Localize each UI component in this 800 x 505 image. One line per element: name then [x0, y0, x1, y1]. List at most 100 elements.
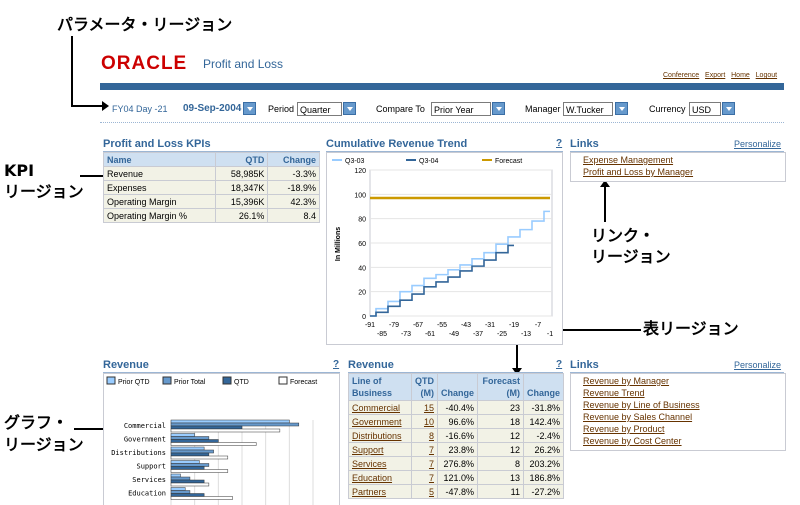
revenue-cell: 18: [477, 414, 524, 429]
revenue-cell: 186.8%: [522, 470, 564, 485]
rev-header-qtd: QTD (M): [411, 373, 438, 401]
pl-by-manager-link[interactable]: Profit and Loss by Manager: [583, 167, 693, 177]
trend-title: Cumulative Revenue Trend: [326, 138, 468, 150]
qtd-link-cell[interactable]: 15: [411, 400, 438, 415]
list-item: Revenue by Line of Business: [571, 399, 785, 411]
bar-mark: [170, 425, 243, 430]
revenue-cell: -47.8%: [436, 484, 479, 499]
kpi-header-name: Name: [102, 152, 217, 167]
lob-link-cell[interactable]: Distributions: [348, 428, 412, 443]
lob-link-cell[interactable]: Partners: [348, 484, 412, 499]
links2-item-link[interactable]: Revenue Trend: [583, 388, 645, 398]
lob-link-cell[interactable]: Support: [348, 442, 412, 457]
lob-link-cell[interactable]: Government: [348, 414, 412, 429]
qtd-link-cell[interactable]: 8: [411, 428, 438, 443]
home-link[interactable]: Home: [731, 72, 750, 79]
table-row: Operating Margin % 26.1% 8.4: [102, 208, 320, 223]
bar-mark: [170, 428, 281, 433]
compare-dropdown-icon[interactable]: [492, 102, 505, 115]
compare-label: Compare To: [376, 104, 425, 114]
export-link[interactable]: Export: [705, 72, 725, 79]
period-dropdown-icon[interactable]: [343, 102, 356, 115]
trend-x-tick-label: -79: [389, 322, 399, 329]
revenue-cell: -16.6%: [436, 428, 479, 443]
list-item: Revenue Trend: [571, 387, 785, 399]
links2-item-link[interactable]: Revenue by Cost Center: [583, 436, 682, 446]
revenue-cell: 26.2%: [522, 442, 564, 457]
kpi-region-annotation-2: リージョン: [4, 182, 84, 201]
revenue-cell: -27.2%: [522, 484, 564, 499]
revenue-table-help-link[interactable]: ?: [556, 359, 562, 370]
bar-legend-swatch: [106, 376, 116, 385]
kpi-cell: 8.4: [267, 208, 320, 223]
links2-title: Links: [570, 359, 599, 371]
revenue-table-title: Revenue: [348, 359, 394, 371]
revenue-table: Line of Business QTD (M) Change Forecast…: [348, 373, 564, 499]
links2-item-link[interactable]: Revenue by Product: [583, 424, 665, 434]
qtd-link-cell[interactable]: 7: [411, 470, 438, 485]
lob-link-cell[interactable]: Services: [348, 456, 412, 471]
compare-select[interactable]: Prior Year: [431, 102, 491, 116]
rev-header-change2: Change: [522, 373, 564, 401]
bar-mark: [170, 433, 195, 437]
qtd-link-cell[interactable]: 7: [411, 456, 438, 471]
qtd-link-cell[interactable]: 5: [411, 484, 438, 499]
links1-personalize-link[interactable]: Personalize: [734, 139, 781, 149]
trend-y-tick-label: 20: [358, 290, 366, 297]
trend-y-tick-label: 120: [354, 168, 366, 175]
trend-x-tick-label: -49: [449, 331, 459, 338]
revenue-cell: 121.0%: [436, 470, 479, 485]
links2-item-link[interactable]: Revenue by Sales Channel: [583, 412, 692, 422]
logout-link[interactable]: Logout: [756, 72, 777, 79]
bar-legend-label: Forecast: [290, 379, 317, 386]
revenue-graph-help-link[interactable]: ?: [333, 359, 339, 370]
bar-mark: [170, 439, 219, 443]
kpi-header-change: Change: [267, 152, 320, 167]
trend-y-tick-label: 60: [358, 241, 366, 248]
table-row: Education 7 121.0% 13 186.8%: [348, 470, 564, 485]
qtd-link-cell[interactable]: 10: [411, 414, 438, 429]
table-row: Services 7 276.8% 8 203.2%: [348, 456, 564, 471]
lob-link-cell[interactable]: Education: [348, 470, 412, 485]
manager-dropdown-icon[interactable]: [615, 102, 628, 115]
kpi-cell: 42.3%: [267, 194, 320, 209]
revenue-cell: 11: [477, 484, 524, 499]
kpi-title: Profit and Loss KPIs: [103, 138, 211, 150]
kpi-cell: Operating Margin: [102, 194, 217, 209]
currency-select[interactable]: USD: [689, 102, 721, 116]
bar-legend-label: Prior Total: [174, 379, 206, 386]
bar-mark: [170, 493, 205, 497]
currency-dropdown-icon[interactable]: [722, 102, 735, 115]
trend-x-tick-label: -7: [535, 322, 541, 329]
trend-legend-label: Q3-03: [345, 158, 365, 165]
qtd-link-cell[interactable]: 7: [411, 442, 438, 457]
kpi-cell: 15,396K: [215, 194, 269, 209]
date-dropdown-icon[interactable]: [243, 102, 256, 115]
lob-link-cell[interactable]: Commercial: [348, 400, 412, 415]
expense-management-link[interactable]: Expense Management: [583, 155, 673, 165]
trend-x-tick-label: -61: [425, 331, 435, 338]
manager-label: Manager: [525, 104, 561, 114]
links2-item-link[interactable]: Revenue by Line of Business: [583, 400, 700, 410]
trend-x-tick-label: -19: [509, 322, 519, 329]
conference-link[interactable]: Conference: [663, 72, 699, 79]
bar-mark: [170, 446, 205, 451]
trend-x-tick-label: -31: [485, 322, 495, 329]
oracle-logo: ORACLE: [101, 53, 188, 74]
bar-mark: [170, 463, 210, 467]
table-row: Government 10 96.6% 18 142.4%: [348, 414, 564, 429]
trend-x-tick-label: -43: [461, 322, 471, 329]
manager-select[interactable]: W.Tucker: [563, 102, 613, 116]
kpi-cell: Operating Margin %: [102, 208, 217, 223]
links2-personalize-link[interactable]: Personalize: [734, 360, 781, 370]
table-row: Support 7 23.8% 12 26.2%: [348, 442, 564, 457]
kpi-table: Name QTD Change Revenue 58,985K -3.3% Ex…: [102, 152, 320, 223]
trend-help-link[interactable]: ?: [556, 138, 562, 149]
bar-category-label: Distributions: [111, 449, 166, 457]
revenue-graph-title: Revenue: [103, 359, 149, 371]
bar-mark: [170, 455, 229, 460]
trend-x-tick-label: -73: [401, 331, 411, 338]
links2-item-link[interactable]: Revenue by Manager: [583, 376, 669, 386]
bar-mark: [170, 469, 229, 473]
period-select[interactable]: Quarter: [297, 102, 342, 116]
